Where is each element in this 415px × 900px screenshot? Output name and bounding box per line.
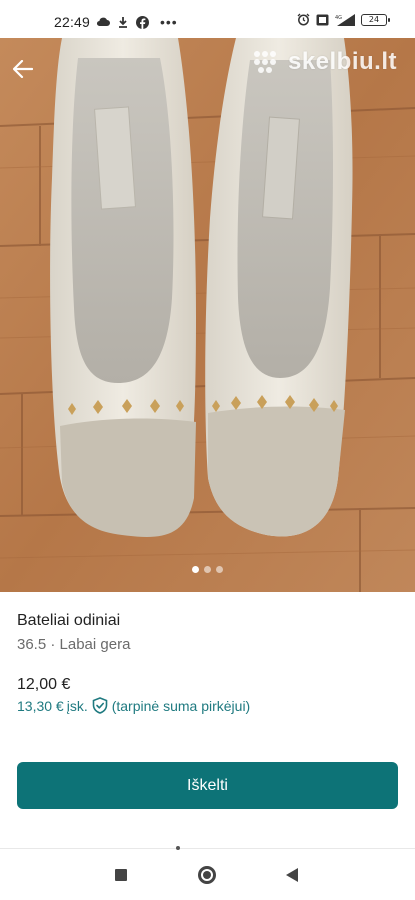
signal-icon: 4G xyxy=(335,13,355,26)
status-bar: 22:49 ••• 4G 24 xyxy=(0,0,415,38)
arrow-left-icon xyxy=(13,60,33,78)
download-icon xyxy=(119,17,127,28)
protected-price: 13,30 € xyxy=(17,697,64,714)
listing-title: Bateliai odiniai xyxy=(17,612,121,629)
home-icon[interactable] xyxy=(198,866,216,884)
buyer-protection-price[interactable]: 13,30 € įsk. (tarpinė suma pirkėjui) xyxy=(17,697,250,714)
pager-dot[interactable] xyxy=(192,566,199,573)
pager-dot[interactable] xyxy=(204,566,211,573)
status-time: 22:49 xyxy=(54,14,91,30)
svg-text:4G: 4G xyxy=(335,15,342,21)
alarm-icon xyxy=(297,13,310,26)
back-triangle-icon[interactable] xyxy=(286,868,298,882)
status-left-icons: ••• xyxy=(96,14,178,30)
volte-icon xyxy=(316,14,329,25)
protected-price-suffix: įsk. xyxy=(66,697,88,714)
listing-price: 12,00 € xyxy=(17,676,71,693)
watermark-text: skelbiu.lt xyxy=(287,48,397,75)
recents-icon[interactable] xyxy=(115,869,127,881)
skelbiu-logo-icon xyxy=(253,51,276,73)
listing-photo[interactable]: skelbiu.lt xyxy=(0,38,415,592)
pager-dot[interactable] xyxy=(216,566,223,573)
cloud-icon xyxy=(96,17,110,27)
back-button[interactable] xyxy=(8,54,38,84)
system-nav-bar xyxy=(0,850,415,900)
battery-icon: 24 xyxy=(361,13,390,26)
divider xyxy=(0,848,415,849)
facebook-icon xyxy=(136,15,149,29)
status-right-icons: 4G 24 xyxy=(297,13,390,26)
shield-check-icon xyxy=(92,697,108,714)
shoes-photo xyxy=(0,38,415,592)
listing-subtitle: 36.5 · Labai gera xyxy=(17,636,131,653)
bump-listing-button[interactable]: Iškelti xyxy=(17,762,398,809)
gallery-pager xyxy=(0,566,415,573)
more-notifications-icon: ••• xyxy=(160,14,178,30)
watermark: skelbiu.lt xyxy=(252,48,397,76)
protection-note: (tarpinė suma pirkėjui) xyxy=(111,697,251,714)
